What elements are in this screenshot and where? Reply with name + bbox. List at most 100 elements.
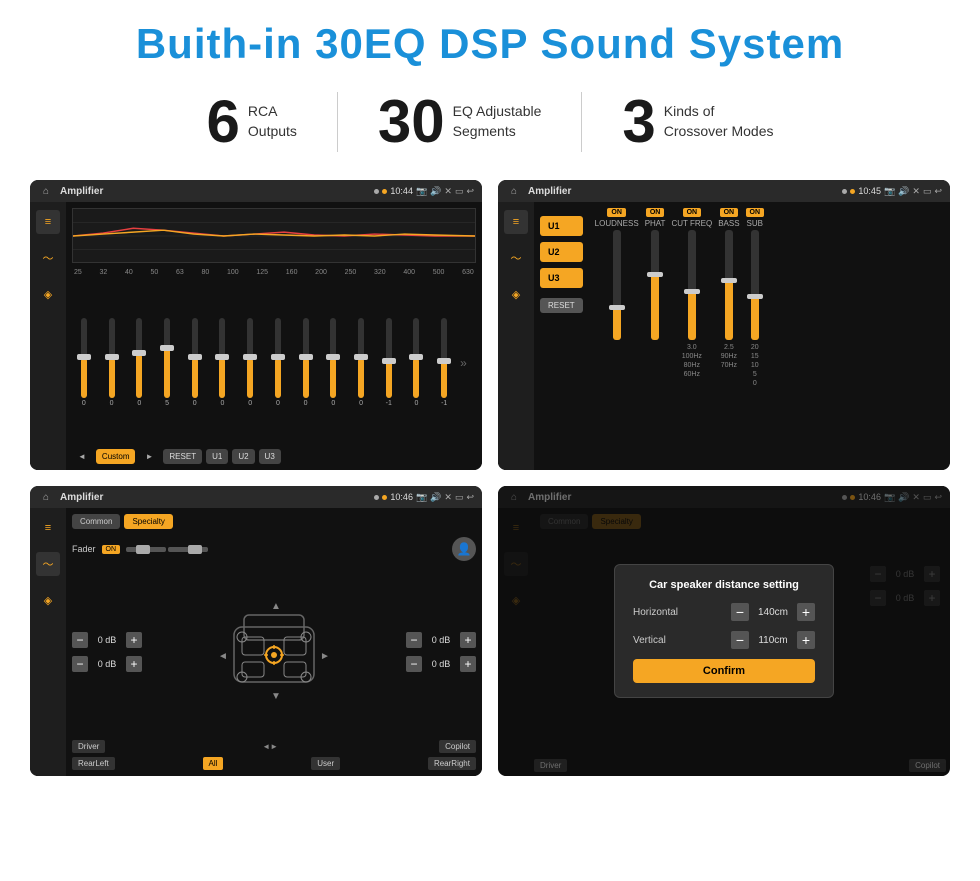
- crossover-reset-btn[interactable]: RESET: [540, 298, 583, 313]
- wave-icon[interactable]: 〜: [36, 246, 60, 270]
- status-dot-yellow-3: [382, 495, 387, 500]
- phat-slider[interactable]: [651, 230, 659, 340]
- tab-common[interactable]: Common: [72, 514, 120, 529]
- vol-row-2: − 0 dB +: [72, 656, 142, 672]
- speaker-icon-2[interactable]: ◈: [504, 282, 528, 306]
- tab-specialty[interactable]: Specialty: [124, 514, 172, 529]
- speaker-icon-3[interactable]: ◈: [36, 588, 60, 612]
- slider-2: 0: [100, 318, 124, 407]
- wave-icon-3[interactable]: 〜: [36, 552, 60, 576]
- eq-u1-btn[interactable]: U1: [206, 449, 228, 464]
- cutfreq-slider[interactable]: [688, 230, 696, 340]
- eq-u2-btn[interactable]: U2: [232, 449, 254, 464]
- eq-icon-2[interactable]: ≡: [504, 210, 528, 234]
- status-dot-2: [842, 189, 847, 194]
- loudness-slider[interactable]: [613, 230, 621, 340]
- volume-icon-3: 🔊: [430, 492, 441, 503]
- freq-80: 80: [202, 269, 210, 276]
- horizontal-value-row: − 140cm +: [731, 603, 815, 621]
- vertical-plus-btn[interactable]: +: [797, 631, 815, 649]
- vol-value-2: 0 dB: [92, 659, 122, 669]
- expand-arrow[interactable]: »: [460, 356, 476, 370]
- confirm-button[interactable]: Confirm: [633, 659, 815, 683]
- rearright-label[interactable]: RearRight: [428, 757, 476, 770]
- eq-next-btn[interactable]: ►: [139, 449, 159, 464]
- u3-btn[interactable]: U3: [540, 268, 583, 288]
- phat-on[interactable]: ON: [646, 208, 665, 217]
- vertical-minus-btn[interactable]: −: [731, 631, 749, 649]
- loudness-label: LOUDNESS: [595, 219, 639, 228]
- sub-on[interactable]: ON: [746, 208, 765, 217]
- all-label[interactable]: All: [203, 757, 224, 770]
- minus-btn-4[interactable]: −: [406, 656, 422, 672]
- u1-btn[interactable]: U1: [540, 216, 583, 236]
- svg-text:▼: ▼: [271, 691, 281, 702]
- fader-screen-title: Amplifier: [60, 492, 368, 503]
- freq-40: 40: [125, 269, 133, 276]
- fader-h-track-2[interactable]: [168, 547, 208, 552]
- freq-labels: 25 32 40 50 63 80 100 125 160 200 250 32…: [72, 269, 476, 276]
- driver-label[interactable]: Driver: [72, 740, 105, 753]
- wave-icon-2[interactable]: 〜: [504, 246, 528, 270]
- minus-btn-1[interactable]: −: [72, 632, 88, 648]
- eq-icon[interactable]: ≡: [36, 210, 60, 234]
- bass-slider[interactable]: [725, 230, 733, 340]
- horizontal-plus-btn[interactable]: +: [797, 603, 815, 621]
- cutfreq-on[interactable]: ON: [683, 208, 702, 217]
- horizontal-value: 140cm: [753, 607, 793, 618]
- loudness-on[interactable]: ON: [607, 208, 626, 217]
- car-diagram-area: ▼ ▲ ◄ ►: [150, 567, 398, 736]
- eq-reset-btn[interactable]: RESET: [163, 449, 202, 464]
- plus-btn-4[interactable]: +: [460, 656, 476, 672]
- bass-on[interactable]: ON: [720, 208, 739, 217]
- slider-8: 0: [266, 318, 290, 407]
- profile-icon[interactable]: 👤: [452, 537, 476, 561]
- copilot-label[interactable]: Copilot: [439, 740, 476, 753]
- stat-label-rca: RCA Outputs: [248, 102, 297, 141]
- back-icon[interactable]: ↩: [466, 186, 474, 197]
- slider-12: -1: [377, 318, 401, 407]
- vertical-label: Vertical: [633, 635, 666, 646]
- stat-label-crossover: Kinds of Crossover Modes: [664, 102, 774, 141]
- plus-btn-1[interactable]: +: [126, 632, 142, 648]
- crossover-screen-content: ≡ 〜 ◈ U1 U2 U3 RESET ON: [498, 202, 950, 470]
- horizontal-minus-btn[interactable]: −: [731, 603, 749, 621]
- bass-label: BASS: [718, 219, 739, 228]
- vol-row-1: − 0 dB +: [72, 632, 142, 648]
- sub-slider[interactable]: [751, 230, 759, 340]
- fader-on-label[interactable]: ON: [102, 545, 121, 554]
- slider-4: 5: [155, 318, 179, 407]
- eq-u3-btn[interactable]: U3: [259, 449, 281, 464]
- speaker-icon[interactable]: ◈: [36, 282, 60, 306]
- slider-6: 0: [211, 318, 235, 407]
- home-icon-2[interactable]: ⌂: [506, 183, 522, 199]
- user-label[interactable]: User: [311, 757, 340, 770]
- fader-main-area: Common Specialty Fader ON: [66, 508, 482, 776]
- screenshot-eq: ⌂ Amplifier 10:44 📷 🔊 ✕ ▭ ↩ ≡ 〜: [30, 180, 482, 470]
- modal-dialog-title: Car speaker distance setting: [633, 579, 815, 591]
- freq-50: 50: [151, 269, 159, 276]
- status-dot: [374, 189, 379, 194]
- eq-custom-btn[interactable]: Custom: [96, 449, 136, 464]
- slider-track-1[interactable]: [81, 318, 87, 398]
- plus-btn-3[interactable]: +: [460, 632, 476, 648]
- rearleft-label[interactable]: RearLeft: [72, 757, 115, 770]
- minus-btn-3[interactable]: −: [406, 632, 422, 648]
- home-icon[interactable]: ⌂: [38, 183, 54, 199]
- fader-body: − 0 dB + − 0 dB +: [72, 567, 476, 736]
- ch-cutfreq: ON CUT FREQ 3.0 100Hz 80Hz 60Hz: [671, 208, 712, 464]
- eq-time: 10:44: [390, 186, 413, 196]
- home-icon-3[interactable]: ⌂: [38, 489, 54, 505]
- plus-btn-2[interactable]: +: [126, 656, 142, 672]
- u2-btn[interactable]: U2: [540, 242, 583, 262]
- crossover-screen-title: Amplifier: [528, 186, 836, 197]
- back-icon-3[interactable]: ↩: [466, 492, 474, 503]
- fader-h-track-1[interactable]: [126, 547, 166, 552]
- slider-3: 0: [127, 318, 151, 407]
- eq-icon-3[interactable]: ≡: [36, 516, 60, 540]
- freq-250: 250: [345, 269, 357, 276]
- back-icon-2[interactable]: ↩: [934, 186, 942, 197]
- eq-prev-btn[interactable]: ◄: [72, 449, 92, 464]
- modal-dialog: Car speaker distance setting Horizontal …: [614, 564, 834, 698]
- minus-btn-2[interactable]: −: [72, 656, 88, 672]
